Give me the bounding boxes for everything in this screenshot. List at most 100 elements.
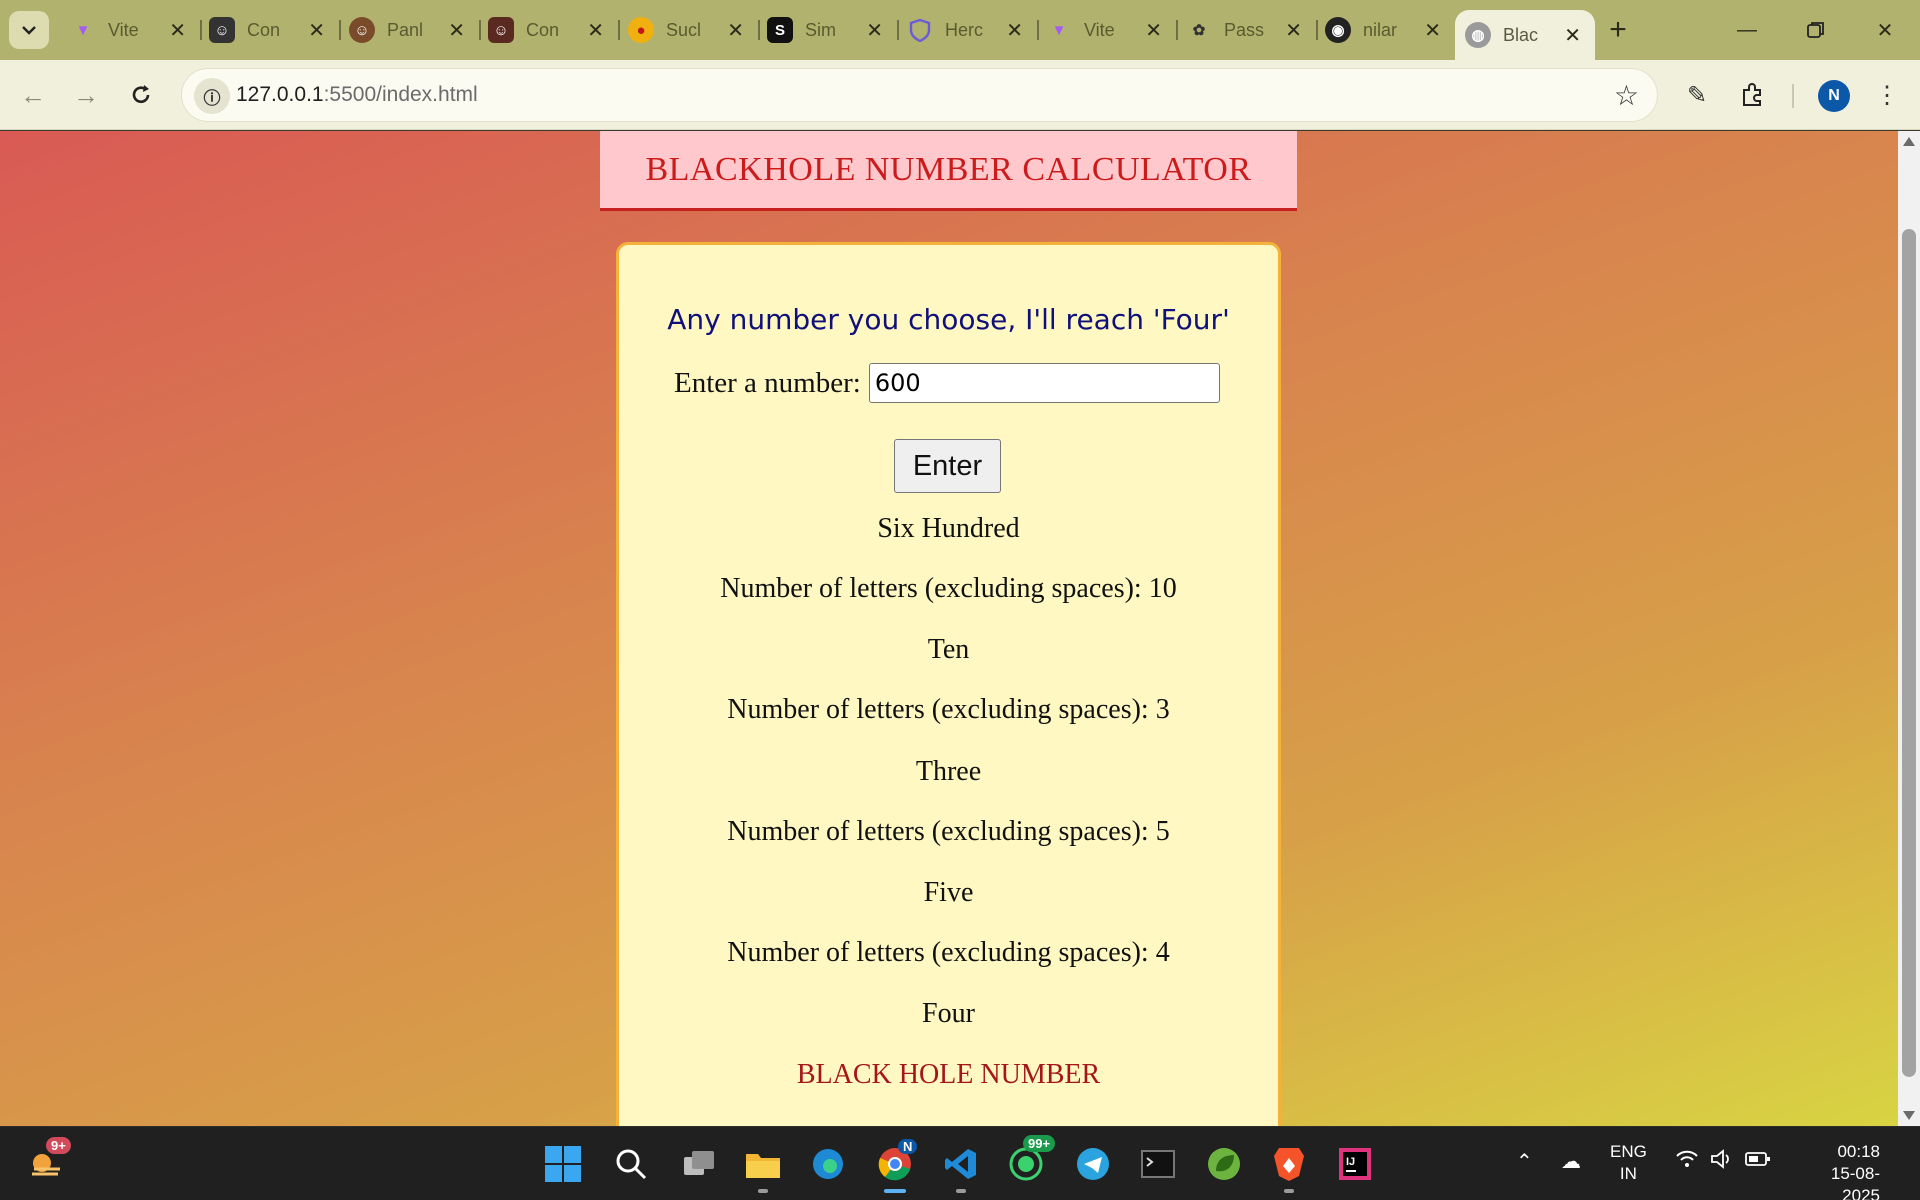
- tab-title: Sucl: [666, 19, 702, 40]
- url-path: :5500/index.html: [323, 83, 478, 106]
- notification-badge: 99+: [1023, 1135, 1056, 1152]
- whatsapp-button[interactable]: 99+: [1003, 1135, 1056, 1187]
- enter-button[interactable]: Enter: [894, 439, 1001, 493]
- vite-icon: ▼: [1051, 21, 1067, 39]
- number-input[interactable]: [868, 363, 1220, 403]
- close-icon[interactable]: ✕: [1424, 18, 1441, 43]
- bookmark-star-icon[interactable]: ☆: [1614, 79, 1639, 112]
- search-button[interactable]: [608, 1141, 654, 1187]
- browser-toolbar: ← → ⓘ 127.0.0.1:5500/index.html ☆ ✎ N ⋮: [0, 60, 1920, 130]
- chevron-up-icon[interactable]: ⌃: [1516, 1149, 1533, 1174]
- forward-button[interactable]: →: [67, 76, 105, 114]
- reload-button[interactable]: [122, 76, 160, 114]
- tab[interactable]: ● Sucl ✕: [618, 10, 760, 50]
- terminal-button[interactable]: [1135, 1141, 1181, 1187]
- widgets-button[interactable]: 9+: [24, 1137, 71, 1187]
- tab-title: Panl: [387, 19, 424, 40]
- battery-icon[interactable]: [1745, 1149, 1771, 1175]
- plus-icon: +: [1609, 13, 1627, 46]
- result-line: Four: [922, 998, 975, 1029]
- extensions-icon[interactable]: [1736, 78, 1770, 112]
- address-bar[interactable]: ⓘ 127.0.0.1:5500/index.html ☆: [181, 68, 1658, 122]
- notification-badge: 9+: [46, 1137, 71, 1154]
- tab[interactable]: ▼ Vite ✕: [60, 10, 202, 50]
- spring-tool-button[interactable]: [1201, 1141, 1247, 1187]
- avatar-icon: ☺: [209, 17, 235, 43]
- back-button[interactable]: ←: [14, 76, 52, 114]
- tab[interactable]: ◉ nilar ✕: [1315, 10, 1455, 50]
- vscode-button[interactable]: [938, 1141, 984, 1193]
- brave-lion-icon: [1274, 1148, 1304, 1181]
- toolbar-divider: [1792, 84, 1794, 108]
- globe-icon: ◍: [1465, 22, 1491, 48]
- profile-avatar[interactable]: N: [1818, 80, 1850, 112]
- tagline: Any number you choose, I'll reach 'Four': [667, 303, 1230, 336]
- wifi-icon[interactable]: [1675, 1149, 1699, 1175]
- tab[interactable]: ☺ Con ✕: [478, 10, 620, 50]
- close-icon[interactable]: ✕: [1145, 18, 1162, 43]
- close-icon[interactable]: ✕: [1006, 18, 1023, 43]
- profile-badge: N: [898, 1139, 918, 1154]
- scroll-up-arrow-icon[interactable]: [1903, 137, 1915, 146]
- tab-strip: ▼ Vite ✕ ☺ Con ✕ ☺ Panl ✕ ☺ Con ✕ ● Sucl…: [0, 0, 1920, 60]
- minimize-icon: —: [1737, 18, 1757, 41]
- tab[interactable]: ☺ Con ✕: [199, 10, 341, 50]
- close-icon[interactable]: ✕: [727, 18, 744, 43]
- tab[interactable]: ☺ Panl ✕: [339, 10, 481, 50]
- result-line: Six Hundred: [877, 513, 1020, 544]
- scroll-thumb[interactable]: [1902, 229, 1916, 1077]
- chrome-button[interactable]: N: [872, 1139, 918, 1193]
- result-line: Five: [923, 877, 974, 908]
- window-close-button[interactable]: ✕: [1860, 10, 1910, 50]
- close-icon: ✕: [1876, 19, 1894, 42]
- page-scrollbar[interactable]: [1898, 131, 1920, 1126]
- terminal-icon: [1141, 1150, 1175, 1178]
- site-info-icon[interactable]: ⓘ: [194, 78, 230, 114]
- brave-button[interactable]: [1266, 1141, 1312, 1193]
- edge-icon: [813, 1149, 843, 1179]
- tab[interactable]: ✿ Pass ✕: [1176, 10, 1318, 50]
- tab[interactable]: Herc ✕: [897, 10, 1039, 50]
- onedrive-cloud-icon[interactable]: ☁: [1561, 1149, 1581, 1174]
- edge-button[interactable]: [805, 1141, 851, 1187]
- tab-active[interactable]: ◍ Blac ✕: [1455, 10, 1595, 60]
- tab-title: Con: [526, 19, 560, 40]
- avatar-icon: ☺: [349, 17, 375, 43]
- close-icon[interactable]: ✕: [448, 18, 465, 43]
- openai-icon: ✿: [1192, 22, 1206, 39]
- start-button[interactable]: [540, 1141, 586, 1187]
- tab[interactable]: S Sim ✕: [757, 10, 899, 50]
- file-explorer-button[interactable]: [740, 1141, 786, 1193]
- pen-icon[interactable]: ✎: [1680, 78, 1714, 112]
- close-icon[interactable]: ✕: [866, 18, 883, 43]
- reload-icon: [132, 85, 150, 104]
- intellij-button[interactable]: IJ: [1332, 1141, 1378, 1187]
- telegram-button[interactable]: [1070, 1141, 1116, 1187]
- clock-date: 15-08-2025: [1830, 1164, 1880, 1200]
- back-arrow-icon: ←: [20, 79, 46, 110]
- restore-button[interactable]: [1791, 10, 1841, 50]
- result-line: Number of letters (excluding spaces): 10: [720, 573, 1177, 604]
- clock-time: 00:18: [1837, 1142, 1880, 1161]
- github-icon: ◉: [1325, 17, 1351, 43]
- scroll-down-arrow-icon[interactable]: [1903, 1111, 1915, 1120]
- tab-search-button[interactable]: [9, 11, 49, 49]
- url-text[interactable]: 127.0.0.1:5500/index.html: [236, 83, 478, 107]
- minimize-button[interactable]: —: [1722, 10, 1772, 50]
- task-view-button[interactable]: [676, 1141, 722, 1187]
- close-icon[interactable]: ✕: [308, 18, 325, 43]
- more-menu-icon[interactable]: ⋮: [1870, 78, 1904, 112]
- language-indicator[interactable]: ENG IN: [1610, 1141, 1647, 1185]
- close-icon[interactable]: ✕: [1285, 18, 1302, 43]
- close-icon[interactable]: ✕: [1564, 23, 1581, 48]
- close-icon[interactable]: ✕: [587, 18, 604, 43]
- volume-icon[interactable]: [1710, 1149, 1734, 1175]
- folder-icon: [746, 1154, 780, 1178]
- new-tab-button[interactable]: +: [1600, 12, 1636, 48]
- close-icon[interactable]: ✕: [169, 18, 186, 43]
- tab[interactable]: ▼ Vite ✕: [1036, 10, 1178, 50]
- clock[interactable]: 00:18 15-08-2025: [1798, 1141, 1880, 1200]
- telegram-icon: [1077, 1148, 1109, 1180]
- intellij-icon: IJ: [1339, 1148, 1371, 1180]
- region-code: IN: [1619, 1164, 1637, 1183]
